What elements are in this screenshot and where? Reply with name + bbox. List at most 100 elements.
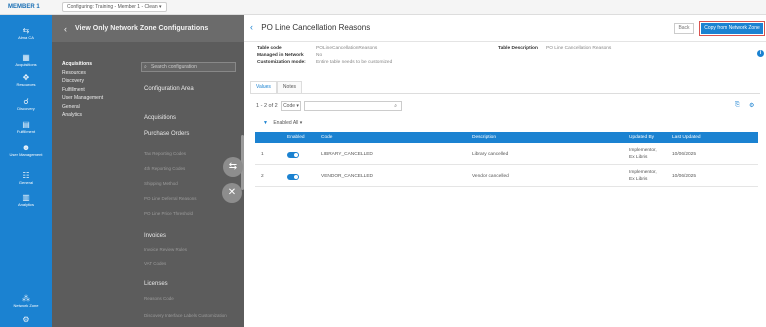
institution-name: MEMBER 1 — [8, 4, 40, 10]
tab-notes[interactable]: Notes — [276, 81, 302, 93]
search-icon: ⌕ — [144, 64, 147, 70]
app-rail: ⇆ Alma CA ▦ Acquisitions ✥ Resources ☌ Disco… — [0, 15, 52, 327]
row-updated-by: Implementor, — [629, 148, 657, 153]
info-icon[interactable]: i — [757, 50, 764, 57]
rail-item-alma-ca[interactable]: ⇆ Alma CA — [0, 26, 52, 40]
description-value: PO Line Cancellation Reasons — [546, 46, 612, 51]
config-link[interactable]: Discovery Interface Labels Customization — [144, 313, 227, 318]
network-zone-icon: ⁂ — [22, 294, 30, 303]
discovery-icon: ☌ — [23, 97, 29, 106]
config-link[interactable]: VAT Codes — [144, 261, 166, 266]
row-code: LIBRARY_CANCELLED — [321, 152, 373, 157]
swap-icon[interactable]: ⇆ — [223, 157, 243, 177]
acquisitions-icon: ▦ — [22, 53, 30, 62]
chevron-down-icon: ▾ — [299, 120, 303, 126]
config-link[interactable]: Shipping Method — [144, 181, 178, 186]
row-updated-by: Implementor, — [629, 170, 657, 175]
category-resources[interactable]: Resources — [62, 69, 132, 78]
filter-value: All — [292, 120, 299, 126]
panel-title: View Only Network Zone Configurations — [75, 25, 209, 32]
tab-values[interactable]: Values — [250, 81, 277, 93]
config-link[interactable]: Tax Reporting Codes — [144, 151, 186, 156]
back-button[interactable]: Back — [674, 23, 694, 34]
enabled-toggle[interactable] — [287, 174, 299, 180]
analytics-icon: ▥ — [22, 193, 30, 202]
row-number: 2 — [261, 174, 264, 179]
row-code: VENDOR_CANCELLED — [321, 174, 373, 179]
table-row[interactable]: 2 VENDOR_CANCELLED Vendor cancelled Impl… — [255, 166, 758, 187]
copy-from-network-zone-button[interactable]: Copy from Network Zone — [699, 21, 765, 36]
enabled-toggle[interactable] — [287, 152, 299, 158]
group-purchase-orders: Purchase Orders — [144, 131, 190, 137]
row-number: 1 — [261, 152, 264, 157]
row-updated-by-org: Ex Libris — [629, 155, 648, 160]
fulfillment-icon: ▤ — [22, 120, 30, 129]
close-icon[interactable]: ✕ — [222, 183, 242, 203]
rail-item-acquisitions[interactable]: ▦ Acquisitions — [0, 53, 52, 67]
tabs: Values Notes — [250, 81, 302, 93]
col-updated-by[interactable]: Updated By — [629, 135, 654, 140]
page-title-wrap: ‹ PO Line Cancellation Reasons — [250, 22, 370, 32]
configuring-dropdown[interactable]: Configuring: Training - Member 1 - Clean… — [62, 2, 167, 12]
group-acquisitions: Acquisitions — [144, 115, 177, 121]
customization-value: Entire table needs to be customized — [316, 60, 393, 65]
row-last-updated: 10/06/2025 — [672, 152, 697, 157]
rail-item-analytics[interactable]: ▥ Analytics — [0, 193, 52, 207]
rail-item-network-zone[interactable]: ⁂ Network Zone — [0, 294, 52, 308]
gear-icon[interactable]: ⚙ — [749, 102, 754, 109]
category-acquisitions[interactable]: Acquisitions — [62, 60, 132, 69]
rail-item-resources[interactable]: ✥ Resources — [0, 73, 52, 87]
main-content: ‹ PO Line Cancellation Reasons Back Copy… — [244, 15, 766, 327]
customization-label: Customization mode: — [257, 60, 306, 65]
rail-item-general[interactable]: ☷ General — [0, 171, 52, 185]
category-discovery[interactable]: Discovery — [62, 77, 132, 86]
row-description: Vendor cancelled — [472, 174, 509, 179]
general-icon: ☷ — [22, 171, 30, 180]
table-search-input[interactable]: ⌕ — [304, 101, 402, 111]
category-general[interactable]: General — [62, 103, 132, 112]
sort-field-dropdown[interactable]: Code ▾ — [281, 101, 301, 111]
table-header: Enabled Code Description Updated By Last… — [255, 132, 758, 143]
user-management-icon: ☻ — [21, 143, 31, 152]
col-description[interactable]: Description — [472, 135, 496, 140]
record-count: 1 - 2 of 2 — [256, 103, 278, 109]
category-list: Acquisitions Resources Discovery Fulfill… — [62, 60, 132, 120]
rail-item-fulfillment[interactable]: ▤ Fulfillment — [0, 120, 52, 134]
configuration-area-title: Configuration Area — [144, 86, 194, 92]
search-icon[interactable]: ⌕ — [394, 103, 397, 109]
rail-item-user-management[interactable]: ☻ User Management — [0, 143, 52, 157]
config-link[interactable]: 4th Reporting Codes — [144, 166, 185, 171]
managed-label: Managed in Network — [257, 53, 304, 58]
filter-icon: ▼ — [263, 120, 268, 126]
col-code[interactable]: Code — [321, 135, 332, 140]
rail-settings[interactable]: ⚙ — [0, 315, 52, 324]
description-label: Table Description — [498, 46, 538, 51]
enabled-filter[interactable]: ▼ Enabled All ▾ — [263, 120, 302, 126]
group-licenses: Licenses — [144, 281, 168, 287]
table-row[interactable]: 1 LIBRARY_CANCELLED Library cancelled Im… — [255, 144, 758, 165]
resources-icon: ✥ — [22, 73, 30, 82]
alma-icon: ⇆ — [22, 26, 30, 35]
group-invoices: Invoices — [144, 233, 167, 239]
search-configuration-input[interactable]: ⌕ Search configuration — [141, 62, 236, 72]
category-analytics[interactable]: Analytics — [62, 111, 132, 120]
col-enabled[interactable]: Enabled — [287, 135, 305, 140]
chevron-left-icon[interactable]: ‹ — [64, 24, 67, 34]
managed-value: No — [316, 53, 323, 58]
divider — [250, 93, 760, 94]
config-link[interactable]: PO Line Price Threshold — [144, 211, 193, 216]
panel-header: ‹ View Only Network Zone Configurations — [52, 15, 244, 42]
row-last-updated: 10/06/2025 — [672, 174, 697, 179]
rail-item-discovery[interactable]: ☌ Discovery — [0, 97, 52, 111]
chevron-left-icon[interactable]: ‹ — [250, 22, 253, 32]
table-code-label: Table code — [257, 46, 282, 51]
config-link[interactable]: PO Line Deferral Reasons — [144, 196, 197, 201]
config-link[interactable]: Reasons Code — [144, 296, 174, 301]
config-link[interactable]: Invoice Review Rules — [144, 247, 187, 252]
row-description: Library cancelled — [472, 152, 509, 157]
col-last-updated[interactable]: Last Updated — [672, 135, 701, 140]
export-icon[interactable]: ⎘ — [735, 102, 740, 109]
category-user-management[interactable]: User Management — [62, 94, 132, 103]
category-fulfillment[interactable]: Fulfillment — [62, 86, 132, 95]
table-code-value: POLineCancellationReasons — [316, 46, 378, 51]
